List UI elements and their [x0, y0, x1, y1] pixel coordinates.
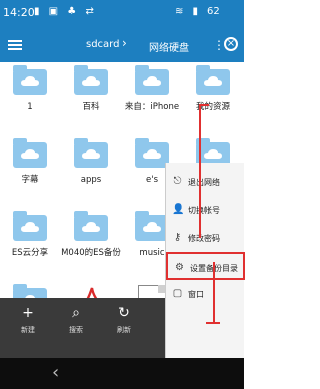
menu-item-label: 窗口: [188, 290, 204, 299]
file-label: 1: [27, 102, 33, 112]
plus-icon: +: [22, 305, 34, 321]
file-label: 字幕: [21, 175, 39, 185]
menu-item[interactable]: ⚙设置备份目录: [166, 252, 245, 280]
file-label: apps: [80, 175, 102, 185]
popup-menu: ⎋ 退出网络 👤切换帐号 ⚷ 修改密码 ⚙设置备份目录 ▢ 窗口: [165, 163, 245, 365]
file-label: M040的ES备份: [61, 248, 121, 258]
breadcrumb-separator: ›: [122, 36, 127, 50]
file-item[interactable]: apps: [61, 135, 121, 207]
window-icon: ▢: [172, 288, 183, 299]
file-item[interactable]: 我的资源: [183, 62, 243, 134]
hamburger-menu-icon[interactable]: [8, 38, 22, 52]
menu-item-label: 修改密码: [188, 234, 220, 243]
toolbar-label: 新建: [21, 326, 35, 334]
navigation-bar: ‹: [0, 358, 244, 389]
file-item[interactable]: ES云分享: [0, 208, 60, 280]
notification-icons: ▮ ▣ ♣ ⇄: [34, 6, 97, 17]
exit-icon: ⎋: [173, 176, 182, 187]
switch-account-icon: 👤: [172, 204, 185, 215]
annotation-line: [199, 104, 201, 238]
gear-icon: ⚙: [175, 262, 184, 273]
app-bar: sdcard › 网络硬盘 ⋮ ×: [0, 30, 244, 62]
toolbar-label: 刷新: [117, 326, 131, 334]
annotation-line: [199, 104, 209, 106]
status-bar: 14:20 ▮ ▣ ♣ ⇄ ≋ ▮ 62: [0, 0, 244, 30]
annotation-line: [206, 322, 220, 324]
status-time: 14:20: [3, 6, 35, 19]
folder-icon: [74, 138, 108, 168]
file-label: 百科: [82, 102, 100, 112]
breadcrumb-network-disk[interactable]: 网络硬盘: [149, 39, 189, 54]
folder-icon: [74, 65, 108, 95]
menu-item[interactable]: ⎋ 退出网络: [166, 168, 245, 196]
file-item[interactable]: 百科: [61, 62, 121, 134]
wifi-icon: ≋ ▮: [175, 6, 202, 17]
file-label: 来自：iPhone: [124, 102, 180, 112]
folder-icon: [135, 211, 169, 241]
search-icon: ⌕: [72, 305, 80, 321]
folder-icon: [196, 65, 230, 95]
folder-icon: [74, 211, 108, 241]
folder-icon: [13, 138, 47, 168]
toolbar-button[interactable]: ⌕ 搜索: [52, 304, 100, 354]
menu-item-label: 退出网络: [188, 178, 220, 187]
breadcrumb-sdcard[interactable]: sdcard: [86, 39, 119, 50]
toolbar-label: 搜索: [69, 326, 83, 334]
file-item[interactable]: 来自：iPhone: [122, 62, 182, 134]
file-label: ES云分享: [11, 248, 49, 258]
battery-level: 62: [207, 6, 220, 17]
folder-icon: [13, 65, 47, 95]
file-item[interactable]: 1: [0, 62, 60, 134]
menu-item[interactable]: ▢ 窗口: [166, 280, 245, 308]
menu-item-label: 切换帐号: [188, 206, 220, 215]
folder-icon: [13, 211, 47, 241]
close-icon[interactable]: ×: [224, 37, 238, 51]
file-item[interactable]: M040的ES备份: [61, 208, 121, 280]
file-label: 我的资源: [195, 102, 230, 112]
folder-icon: [135, 138, 169, 168]
toolbar-button[interactable]: ↻ 刷新: [100, 304, 148, 354]
annotation-line: [213, 262, 215, 322]
menu-item[interactable]: 👤 切换帐号: [166, 196, 245, 224]
key-icon: ⚷: [173, 232, 182, 243]
folder-icon: [135, 65, 169, 95]
menu-item[interactable]: ⚷ 修改密码: [166, 224, 245, 252]
file-item[interactable]: 字幕: [0, 135, 60, 207]
back-icon[interactable]: ‹: [52, 362, 59, 383]
refresh-icon: ↻: [118, 305, 130, 321]
toolbar-button[interactable]: + 新建: [4, 304, 52, 354]
